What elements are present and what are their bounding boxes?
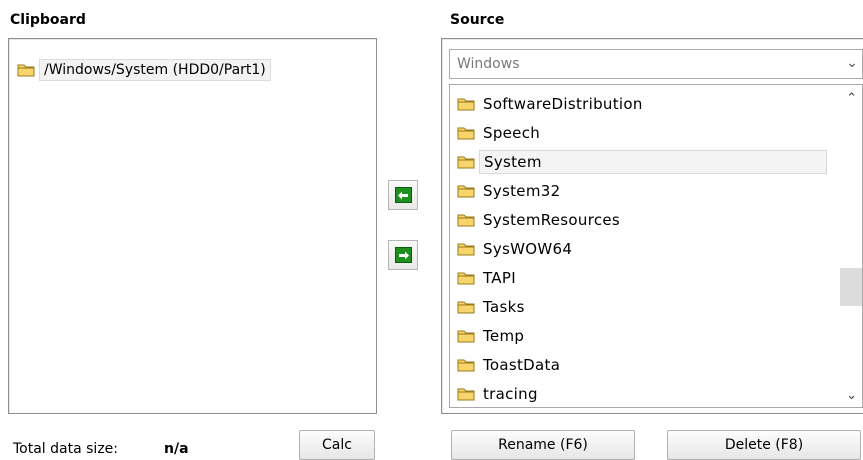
calc-button[interactable]: Calc [299,430,375,460]
folder-icon [457,387,475,401]
folder-list-item-label: tracing [483,385,538,403]
arrow-left-icon [394,187,412,203]
scroll-up-icon[interactable]: ⌃ [846,91,857,106]
folder-list-item[interactable]: SystemResources [457,207,837,233]
source-dropdown[interactable]: Windows ⌄ [449,49,863,79]
folder-list-item-label: SysWOW64 [483,240,573,258]
folder-icon [17,63,35,77]
folder-icon [457,126,475,140]
folder-icon [457,329,475,343]
folder-list-item[interactable]: SoftwareDistribution [457,91,837,117]
arrow-right-icon [394,247,412,263]
folder-icon [457,358,475,372]
folder-icon [457,213,475,227]
scroll-down-icon[interactable]: ⌄ [846,388,857,403]
scrollbar-thumb[interactable] [840,268,862,306]
move-to-source-button[interactable] [388,240,418,270]
folder-icon [457,184,475,198]
folder-list-item-label: Speech [483,124,541,142]
folder-list-item-label: System32 [483,182,561,200]
folder-list-item-label: Temp [483,327,525,345]
clipboard-item[interactable]: /Windows/System (HDD0/Part1) [17,59,271,81]
clipboard-item-label: /Windows/System (HDD0/Part1) [39,59,271,81]
folder-list-item-label: Tasks [483,298,525,316]
total-data-size-value: n/a [164,441,189,457]
folder-list-item[interactable]: System32 [457,178,837,204]
folder-list-item[interactable]: SysWOW64 [457,236,837,262]
folder-icon [457,155,475,169]
source-header: Source [450,12,505,28]
folder-list-item[interactable]: ToastData [457,352,837,378]
folder-list-item[interactable]: tracing [457,381,837,407]
folder-list-item-label: SoftwareDistribution [483,95,643,113]
folder-list-item-label: TAPI [483,269,516,287]
folder-list-item[interactable]: System [457,149,837,175]
folder-icon [457,300,475,314]
folder-list-item[interactable]: TAPI [457,265,837,291]
folder-list-item-label: ToastData [483,356,561,374]
folder-list-item-label: SystemResources [483,211,621,229]
folder-list-item[interactable]: Temp [457,323,837,349]
clipboard-header: Clipboard [10,12,86,28]
chevron-down-icon: ⌄ [846,55,858,71]
folder-icon [457,97,475,111]
clipboard-panel[interactable]: /Windows/System (HDD0/Part1) [8,38,377,414]
move-to-clipboard-button[interactable] [388,180,418,210]
folder-list-item-label: System [479,150,827,174]
total-data-size-label: Total data size: [13,441,118,457]
folder-list-item[interactable]: Tasks [457,294,837,320]
rename-button[interactable]: Rename (F6) [451,430,635,460]
delete-button[interactable]: Delete (F8) [667,430,861,460]
source-folder-list[interactable]: tracing ToastData Temp Tasks TAPI SysWOW64 Sys… [449,84,863,408]
scrollbar[interactable]: ⌃ ⌄ [840,85,862,407]
folder-icon [457,271,475,285]
folder-list-item[interactable]: Speech [457,120,837,146]
folder-icon [457,242,475,256]
source-dropdown-value: Windows [457,56,520,72]
